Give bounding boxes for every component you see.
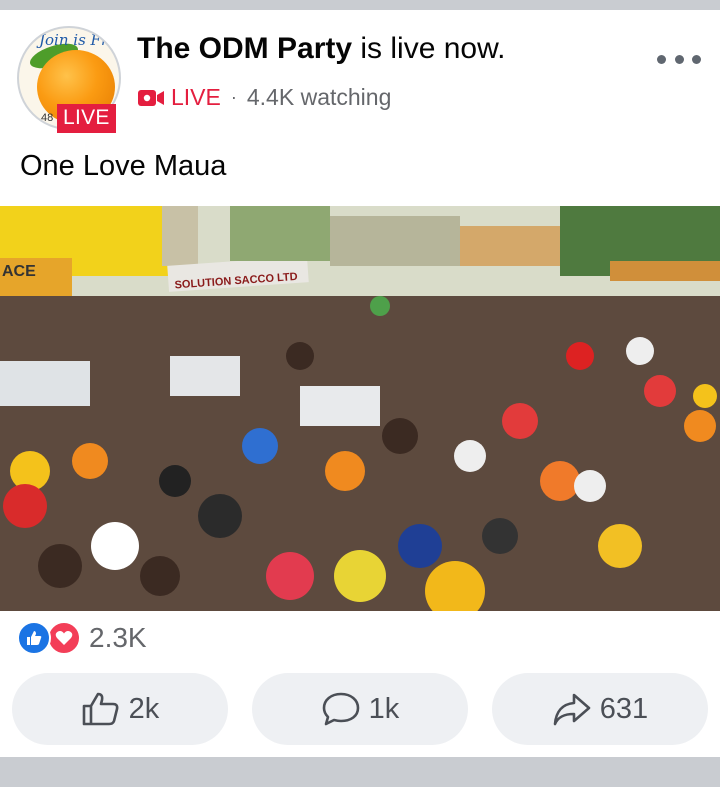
more-dot-icon — [674, 54, 684, 64]
live-post-card: Join is Fr 48 LIVE The ODM Party is live… — [0, 10, 720, 757]
more-options-button[interactable] — [657, 50, 701, 68]
watching-count: 4.4K watching — [246, 84, 392, 110]
live-label: LIVE — [171, 84, 221, 110]
post-text: One Love Maua — [20, 150, 227, 182]
status-text: is live now. — [352, 32, 506, 65]
comment-icon — [322, 692, 359, 726]
comment-button[interactable]: 1k — [252, 673, 468, 745]
live-video-player[interactable]: ACE SOLUTION SACCO LTD — [0, 206, 720, 611]
share-arrow-icon — [553, 693, 591, 726]
avatar-number: 48 — [41, 112, 54, 124]
page-name-link[interactable]: The ODM Party — [137, 32, 352, 65]
more-dot-icon — [692, 54, 701, 64]
like-icon — [17, 621, 51, 655]
video-frame: ACE SOLUTION SACCO LTD — [0, 206, 720, 611]
page-avatar[interactable]: Join is Fr 48 LIVE — [17, 26, 121, 133]
avatar-brand-text: Join is Fr — [39, 31, 109, 49]
love-icon — [47, 621, 81, 655]
like-button[interactable]: 2k — [12, 673, 228, 745]
live-meta: LIVE · 4.4K watching — [137, 84, 391, 111]
share-button[interactable]: 631 — [492, 673, 708, 745]
more-dot-icon — [657, 54, 666, 64]
reaction-summary[interactable]: 2.3K — [17, 621, 147, 655]
comment-count: 1k — [368, 692, 400, 725]
like-count: 2k — [128, 692, 160, 725]
thumbs-up-icon — [82, 692, 119, 726]
share-count: 631 — [599, 692, 649, 725]
meta-separator: · — [230, 87, 237, 107]
sign-ace: ACE — [2, 263, 36, 280]
post-title: The ODM Party is live now. — [137, 32, 505, 66]
live-badge: LIVE — [57, 104, 116, 133]
live-video-icon — [138, 89, 164, 106]
reaction-count: 2.3K — [89, 622, 147, 653]
